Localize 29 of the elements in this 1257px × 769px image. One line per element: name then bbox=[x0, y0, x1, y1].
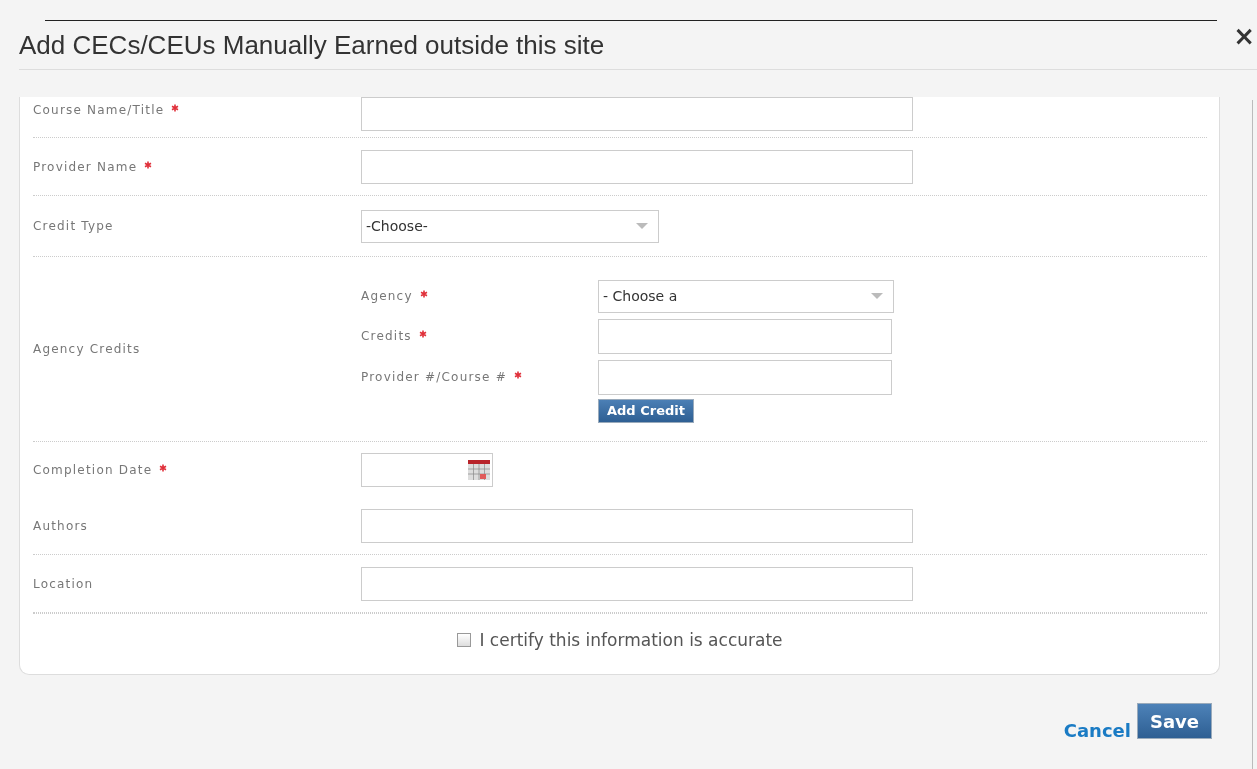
field-label: Provider #/Course # bbox=[361, 370, 507, 384]
cancel-link[interactable]: Cancel bbox=[1063, 720, 1131, 741]
field-label: Location bbox=[33, 576, 94, 591]
caret-icon bbox=[871, 293, 883, 299]
text-field[interactable] bbox=[598, 359, 892, 395]
checkbox[interactable] bbox=[457, 633, 472, 647]
add-credit-button[interactable]: Add Credit bbox=[598, 398, 694, 423]
field-label: Agency Credits bbox=[33, 342, 141, 356]
field-label: Completion Date bbox=[33, 462, 153, 477]
field-label: Provider Name bbox=[33, 159, 138, 174]
save-button[interactable]: Save bbox=[1136, 703, 1212, 739]
text-field[interactable] bbox=[361, 97, 913, 131]
text-field[interactable] bbox=[598, 318, 892, 354]
date-field[interactable] bbox=[361, 452, 493, 487]
close-button[interactable]: × bbox=[1233, 21, 1255, 51]
caret-icon bbox=[636, 223, 648, 229]
field-label: Agency bbox=[361, 289, 413, 303]
text-field[interactable] bbox=[361, 566, 913, 601]
field-label: Credits bbox=[361, 329, 412, 343]
text-field[interactable] bbox=[361, 508, 913, 543]
dialog-title: Add CECs/CEUs Manually Earned outside this site bbox=[19, 29, 605, 61]
dropdown[interactable]: -Choose- bbox=[361, 209, 659, 243]
field-label: Authors bbox=[33, 518, 89, 533]
text-field[interactable] bbox=[361, 149, 913, 184]
field-label: Credit Type bbox=[33, 219, 114, 233]
field-label: Course Name/Title bbox=[33, 103, 165, 117]
dropdown[interactable]: - Choose a bbox=[598, 279, 894, 313]
calendar-icon bbox=[468, 459, 490, 480]
checkbox-label: I certify this information is accurate bbox=[479, 630, 783, 650]
